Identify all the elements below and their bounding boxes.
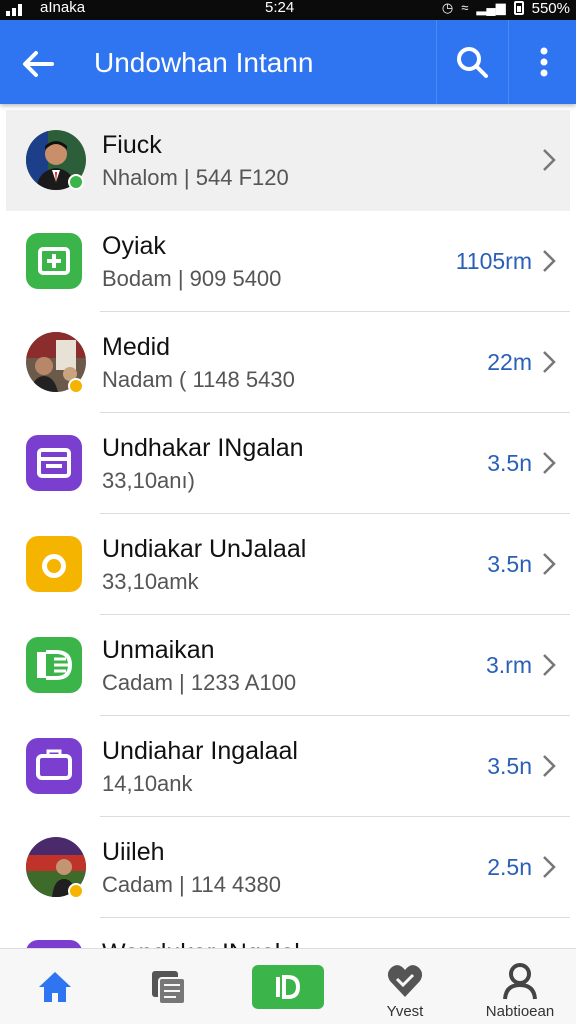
bottom-navigation: Yvest Nabtioean — [0, 948, 576, 1024]
purple-calendar-icon — [26, 435, 82, 491]
item-name: Undiahar Ingalaal — [102, 737, 298, 765]
wifi-icon: ≈ — [461, 0, 469, 15]
item-name: Undhakar INgalan — [102, 434, 304, 462]
item-subtitle: 33,10amk — [102, 569, 199, 594]
battery-level: 550% — [531, 0, 570, 17]
chevron-right-icon — [543, 351, 556, 373]
item-meta: 3.rm — [486, 652, 532, 678]
list-item[interactable]: Undiahar Ingalaal 14,10ank 3.5n — [6, 716, 570, 817]
green-chat-icon — [26, 233, 82, 289]
chevron-right-icon — [543, 654, 556, 676]
signal-icon — [6, 4, 22, 16]
item-name: Unmaikan — [102, 636, 215, 664]
list-item[interactable]: Undhakar INgalan 33,10anı) 3.5n — [6, 413, 570, 514]
cell-signal-icon: ▂▄▆ — [476, 0, 506, 15]
chevron-right-icon — [543, 149, 556, 171]
conversation-list[interactable]: Fiuck Nhalom | 544 F120 Oyiak Bodam | 90… — [6, 110, 570, 948]
status-badge — [68, 378, 84, 394]
carrier-name: aInaka — [40, 0, 86, 16]
item-name: Undiakar UnJalaal — [102, 535, 307, 563]
item-name: Medid — [102, 333, 171, 361]
item-name: Fiuck — [102, 131, 162, 159]
list-item[interactable]: Medid Nadam ( 1148 5430 22m — [6, 312, 570, 413]
back-arrow-icon[interactable] — [18, 44, 58, 84]
chevron-right-icon — [543, 250, 556, 272]
chevron-right-icon — [543, 553, 556, 575]
search-icon[interactable] — [452, 42, 492, 82]
item-subtitle: 14,10ank — [102, 771, 193, 796]
nav-stack[interactable] — [118, 949, 218, 1024]
item-meta: 3.5n — [487, 753, 532, 779]
green-id-icon — [252, 965, 324, 1009]
list-item[interactable]: Wandukar INgalal — [6, 918, 570, 948]
page-title: Undowhan Intann — [94, 47, 314, 78]
item-meta: 1105rm — [455, 248, 532, 274]
list-item[interactable]: Undiakar UnJalaal 33,10amk 3.5n — [6, 514, 570, 615]
item-subtitle: Cadam | 1233 A100 — [102, 670, 297, 695]
item-subtitle: Bodam | 909 5400 — [102, 266, 282, 291]
status-bar: aInaka 5:24 ◷ ≈ ▂▄▆ 550% — [0, 0, 576, 20]
heart-icon — [385, 961, 425, 1001]
stack-icon — [148, 967, 188, 1007]
home-icon — [35, 967, 75, 1007]
chevron-right-icon — [543, 856, 556, 878]
alarm-icon: ◷ — [441, 0, 454, 15]
nav-label: Yvest — [386, 1003, 424, 1020]
online-badge — [68, 174, 84, 190]
purple-bag-icon — [26, 738, 82, 794]
item-name: Oyiak — [102, 232, 166, 260]
item-subtitle: Nadam ( 1148 5430 — [102, 367, 295, 392]
chevron-right-icon — [543, 452, 556, 474]
item-subtitle: 33,10anı) — [102, 468, 195, 493]
nav-home[interactable] — [5, 949, 105, 1024]
battery-icon — [513, 1, 524, 15]
chevron-right-icon — [543, 755, 556, 777]
person-icon — [500, 961, 540, 1001]
list-item[interactable]: Uiileh Cadam | 114 4380 2.5n — [6, 817, 570, 918]
purple-folder-icon — [26, 940, 82, 948]
more-vert-icon[interactable] — [524, 42, 564, 82]
status-badge — [68, 883, 84, 899]
item-meta: 2.5n — [487, 854, 532, 880]
item-subtitle: Nhalom | 544 F120 — [102, 165, 289, 190]
nav-id[interactable] — [238, 949, 338, 1024]
clock: 5:24 — [265, 0, 295, 16]
nav-profile[interactable]: Nabtioean — [470, 949, 570, 1024]
list-item[interactable]: Oyiak Bodam | 909 5400 1105rm — [6, 211, 570, 312]
item-meta: 22m — [487, 349, 532, 375]
list-item[interactable]: Fiuck Nhalom | 544 F120 — [6, 110, 570, 211]
item-subtitle: Cadam | 114 4380 — [102, 872, 281, 897]
nav-favorites[interactable]: Yvest — [355, 949, 455, 1024]
app-bar: Undowhan Intann — [0, 20, 576, 104]
green-folder-icon — [26, 637, 82, 693]
item-meta: 3.5n — [487, 450, 532, 476]
yellow-circle-icon — [26, 536, 82, 592]
nav-label: Nabtioean — [485, 1003, 555, 1020]
item-name: Wandukar INgalal — [102, 938, 300, 948]
item-name: Uiileh — [102, 838, 165, 866]
list-item[interactable]: Unmaikan Cadam | 1233 A100 3.rm — [6, 615, 570, 716]
item-meta: 3.5n — [487, 551, 532, 577]
